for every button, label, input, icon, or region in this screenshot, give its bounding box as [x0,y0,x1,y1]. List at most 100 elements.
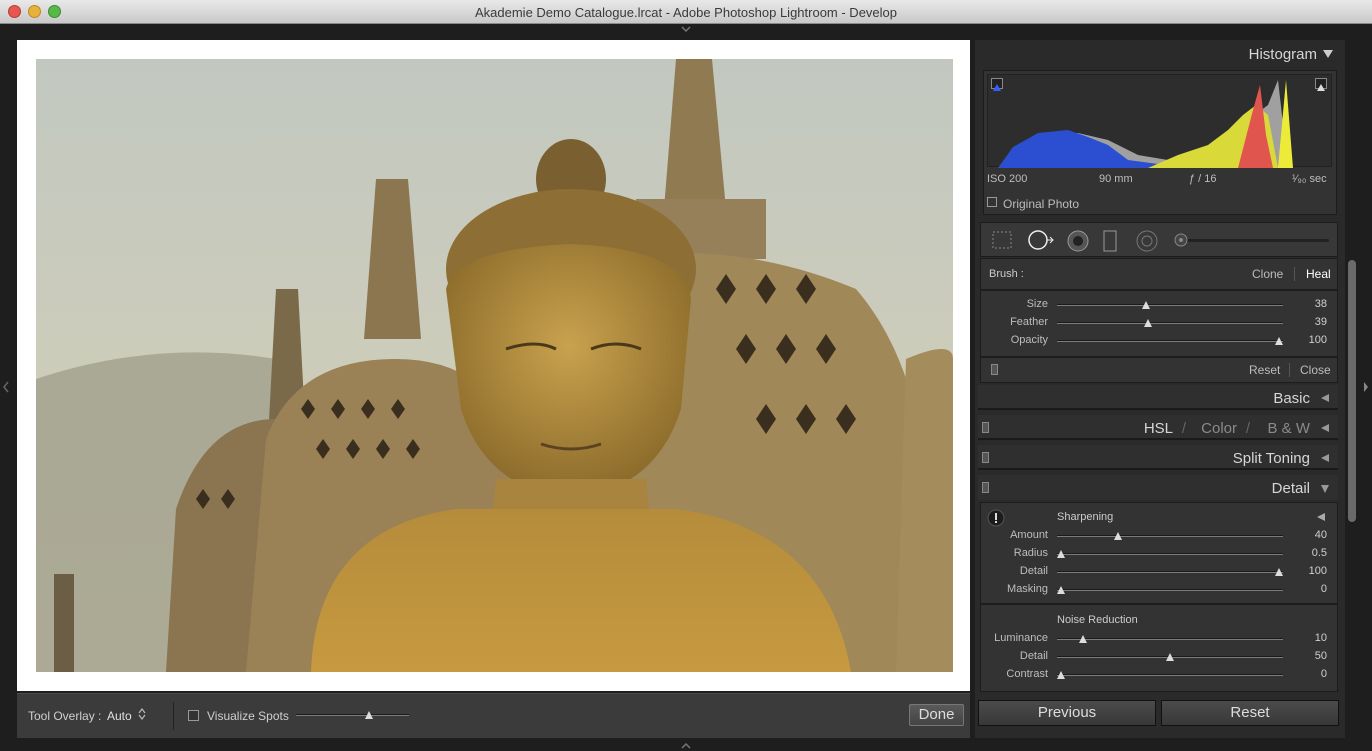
slider-thumb[interactable] [1057,671,1065,679]
slider-value[interactable]: 0 [1287,583,1327,595]
slider-track[interactable] [1057,571,1283,573]
detail-preview-toggle-icon[interactable] [1317,513,1325,521]
slider-thumb[interactable] [1166,653,1174,661]
left-panel-toggle-icon[interactable] [2,380,10,394]
slider-value[interactable]: 38 [1287,298,1327,310]
visualize-spots-slider-track[interactable] [296,714,409,716]
graduated-filter-icon[interactable] [1102,229,1118,253]
slider-value[interactable]: 100 [1287,334,1327,346]
title-bar: Akademie Demo Catalogue.lrcat - Adobe Ph… [0,0,1372,24]
heal-mode-button[interactable]: Heal [1306,267,1331,281]
clone-mode-button[interactable]: Clone [1252,267,1283,281]
detail-panel-header[interactable]: Detail [978,475,1338,500]
slider-thumb[interactable] [1057,586,1065,594]
hsl-panel-switch[interactable] [982,422,989,433]
basic-panel-title[interactable]: Basic [1273,390,1310,407]
red-eye-tool-icon[interactable] [1066,229,1090,253]
crop-tool-icon[interactable] [991,230,1013,250]
slider-label: Opacity [1010,334,1048,346]
lightroom-window: Akademie Demo Catalogue.lrcat - Adobe Ph… [0,0,1372,751]
detail-panel: Sharpening Amount 40 Radius 0.5 Detail 100 Mas… [980,502,1338,692]
slider-thumb[interactable] [1275,337,1283,345]
tool-overlay-label: Tool Overlay : [28,709,102,723]
sharpening-title: Sharpening [1057,511,1114,523]
select-arrows-icon[interactable] [138,708,146,720]
split-toning-title[interactable]: Split Toning [1233,450,1310,467]
slider-label: Masking [1007,583,1048,595]
slider-value[interactable]: 0.5 [1287,547,1327,559]
expand-triangle-icon[interactable] [1321,424,1330,433]
noise-reduction-title: Noise Reduction [1057,614,1138,626]
photo-image[interactable] [36,59,953,672]
done-button[interactable]: Done [909,704,964,726]
window-title: Akademie Demo Catalogue.lrcat - Adobe Ph… [474,5,898,20]
photo-canvas[interactable] [17,40,970,691]
expand-triangle-icon[interactable] [1321,454,1330,463]
brush-label: Brush : [989,268,1024,280]
previous-button[interactable]: Previous [978,700,1156,726]
collapse-triangle-icon[interactable] [1321,485,1330,494]
zoom-preview-warning-icon[interactable] [987,509,1005,527]
slider-thumb[interactable] [1142,301,1151,309]
expand-triangle-icon[interactable] [1321,394,1330,403]
slider-label: Feather [1010,316,1048,328]
focal-length-value: 90 mm [1099,173,1133,185]
visualize-spots-slider-thumb[interactable] [365,711,374,719]
histogram-title[interactable]: Histogram [1249,46,1317,63]
spot-removal-tool-icon[interactable] [1026,228,1056,252]
slider-track[interactable] [1057,674,1283,676]
slider-value[interactable]: 0 [1287,668,1327,680]
visualize-spots-checkbox[interactable] [188,710,199,721]
slider-value[interactable]: 50 [1287,650,1327,662]
hsl-tab[interactable]: HSL [1144,420,1173,437]
slider-thumb[interactable] [1113,532,1122,540]
slider-label: Radius [1013,547,1048,559]
slider-thumb[interactable] [1144,319,1153,327]
hsl-panel-header[interactable]: HSL / Color / B & W [978,415,1338,440]
right-panel-toggle-icon[interactable] [1362,380,1370,394]
slider-track[interactable] [1057,638,1283,640]
slider-track[interactable] [1057,322,1283,324]
original-photo-checkbox[interactable] [987,197,997,207]
adjustment-brush-icon[interactable] [1174,233,1188,247]
iso-value: ISO 200 [987,173,1028,185]
slider-label: Size [1026,298,1048,310]
slider-track[interactable] [1057,340,1283,342]
slider-label: Amount [1010,529,1048,541]
top-panel-toggle-icon[interactable] [680,25,692,33]
brush-close-button[interactable]: Close [1300,363,1331,377]
slider-thumb[interactable] [1057,550,1065,558]
slider-value[interactable]: 10 [1287,632,1327,644]
collapse-triangle-icon[interactable] [1323,50,1333,59]
adjustment-brush-slider[interactable] [1179,239,1329,242]
slider-thumb[interactable] [1078,635,1087,643]
bw-tab[interactable]: B & W [1267,420,1310,437]
color-tab[interactable]: Color [1201,420,1237,437]
bottom-panel-toggle-icon[interactable] [680,742,692,750]
brush-reset-button[interactable]: Reset [1249,363,1280,377]
radial-filter-icon[interactable] [1135,229,1159,253]
histogram-graph[interactable] [987,74,1332,168]
slider-label: Luminance [994,632,1048,644]
slider-value[interactable]: 100 [1287,565,1327,577]
split-toning-switch[interactable] [982,452,989,463]
slider-track[interactable] [1057,535,1283,537]
detail-panel-title[interactable]: Detail [1272,480,1310,497]
detail-panel-switch[interactable] [982,482,989,493]
panel-toggle-switch[interactable] [991,364,998,375]
right-panel-scrollbar[interactable] [1348,260,1356,522]
split-toning-panel-header[interactable]: Split Toning [978,445,1338,470]
tool-overlay-select[interactable]: Auto [107,709,132,723]
shutter-value: ¹⁄₉₀ sec [1292,173,1327,185]
highlight-clipping-toggle[interactable] [1315,78,1327,91]
slider-track[interactable] [1057,304,1283,306]
slider-thumb[interactable] [1275,568,1283,576]
slider-track[interactable] [1057,553,1283,555]
original-photo-label: Original Photo [1003,197,1080,211]
slider-value[interactable]: 40 [1287,529,1327,541]
reset-button[interactable]: Reset [1161,700,1339,726]
slider-value[interactable]: 39 [1287,316,1327,328]
slider-track[interactable] [1057,589,1283,591]
basic-panel-header[interactable]: Basic [978,385,1338,410]
shadow-clipping-toggle[interactable] [991,78,1003,91]
